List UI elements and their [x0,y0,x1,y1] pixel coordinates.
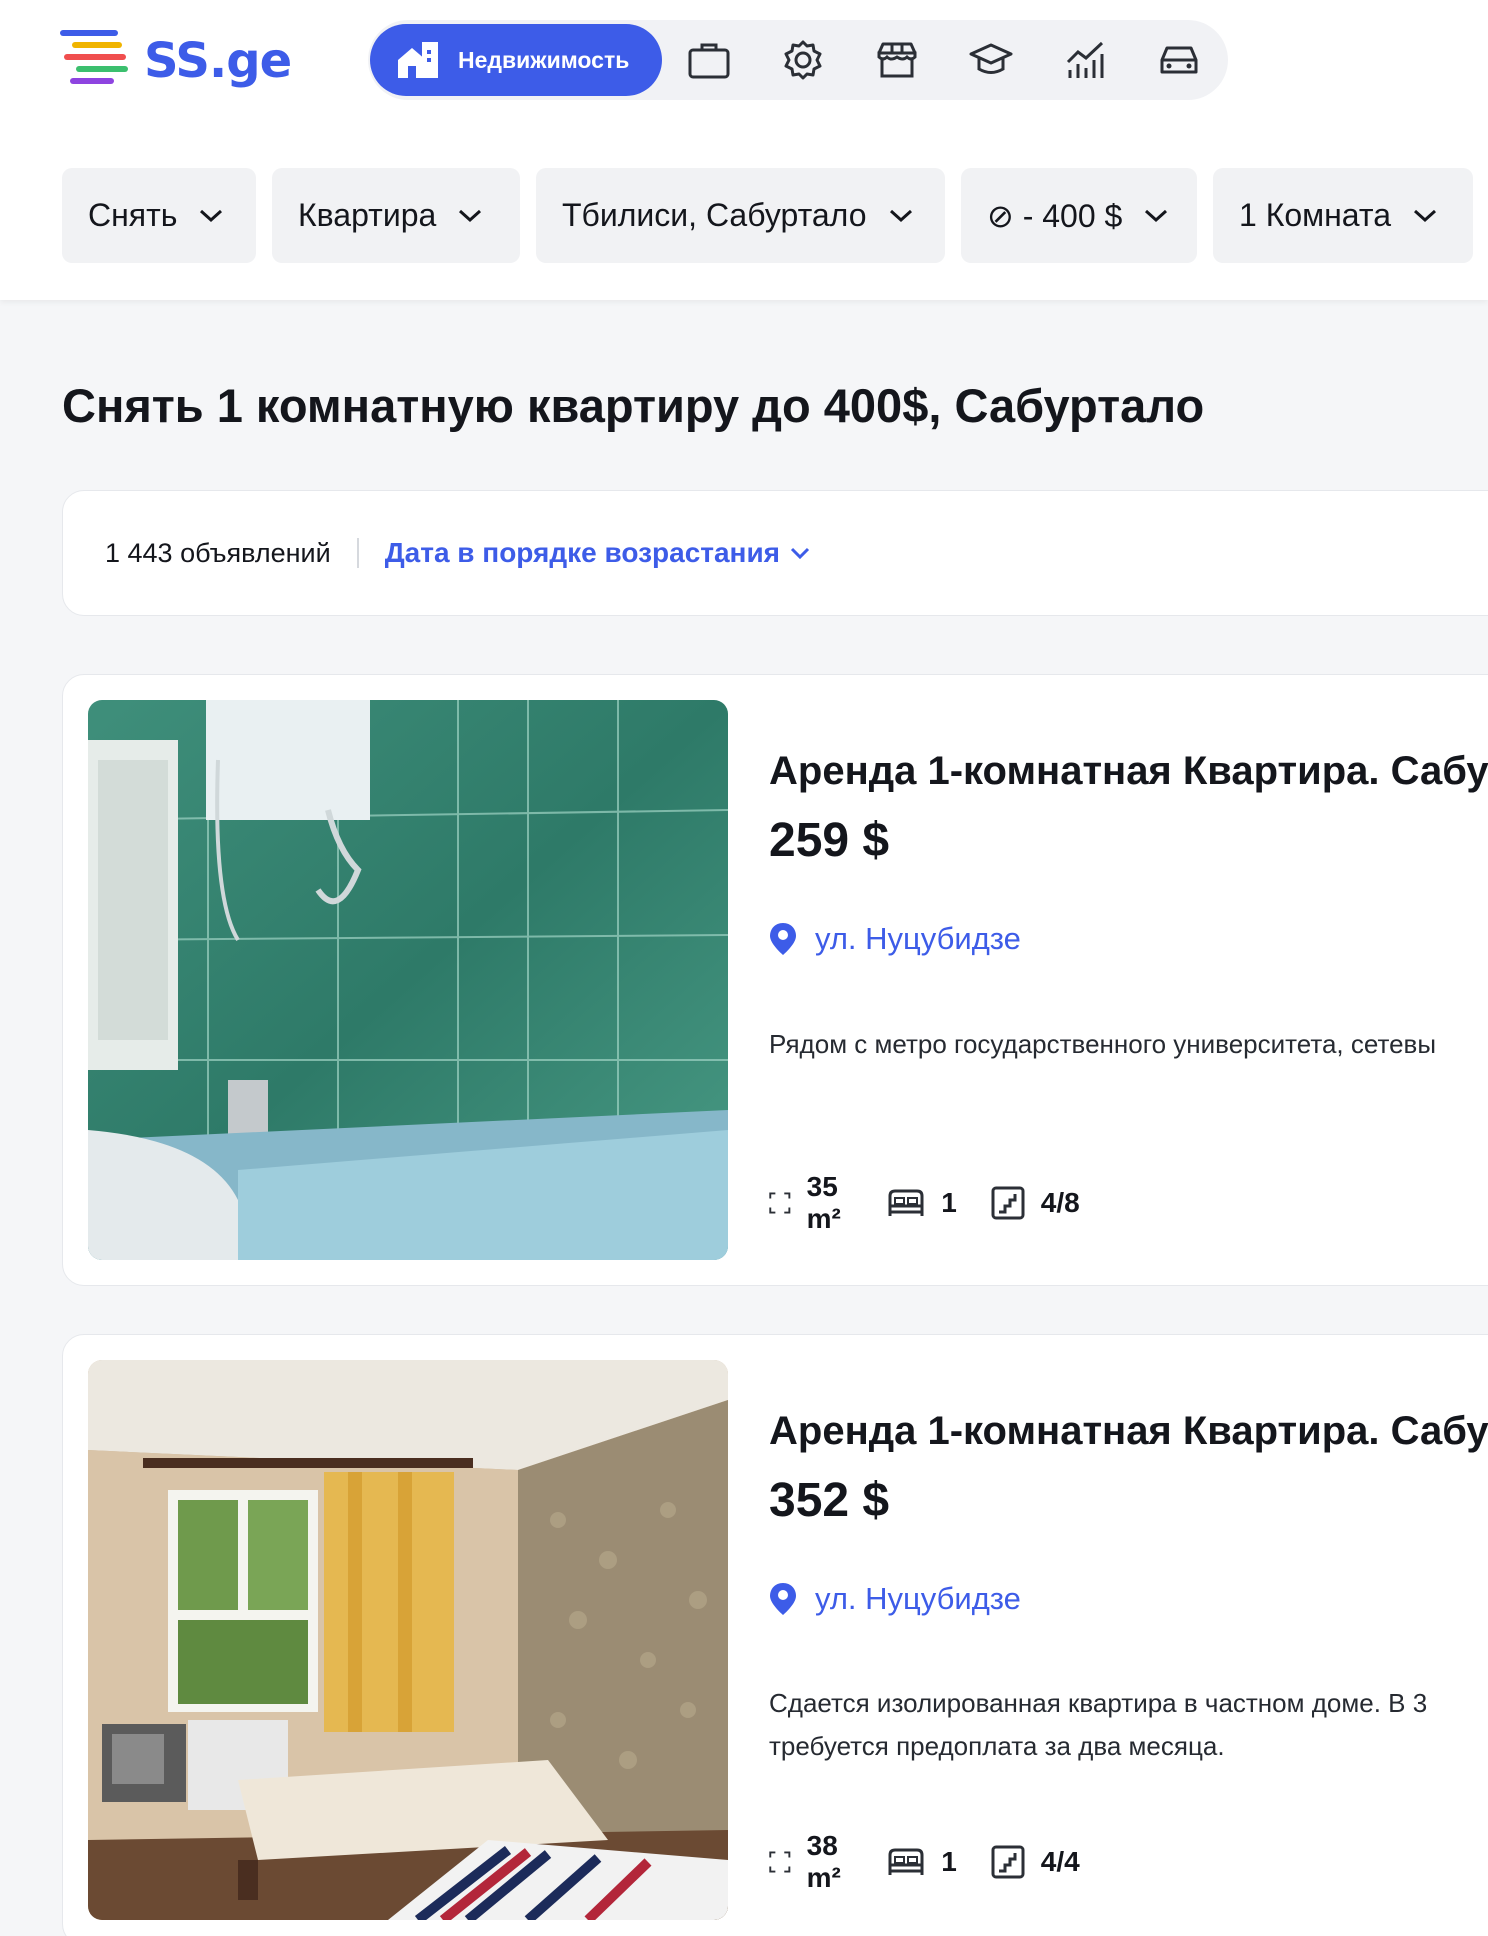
category-real-estate[interactable]: Недвижимость [370,24,662,96]
category-services[interactable] [756,24,850,96]
listing-card[interactable]: Аренда 1-комнатная Квартира. Сабу 352 $ … [62,1334,1488,1936]
listing-description: Сдается изолированная квартира в частном… [769,1688,1428,1761]
spec-floor: 4/4 [991,1845,1080,1879]
chevron-down-icon [200,209,223,222]
category-real-estate-label: Недвижимость [458,46,630,73]
results-bar: 1 443 объявлений Дата в порядке возраста… [62,490,1488,616]
stats-chart-icon [1066,41,1104,78]
logo-text: SS.ge [144,33,292,89]
filter-price-label: ⊘ - 400 $ [987,197,1123,234]
sort-label: Дата в порядке возрастания [384,537,781,568]
spec-bedrooms-value: 1 [941,1187,957,1218]
listing-price: 352 $ [769,1474,890,1527]
chevron-down-icon [1145,209,1168,222]
spec-bedrooms: 1 [887,1846,957,1878]
filter-property-type-label: Квартира [298,197,437,233]
listing-description: Рядом с метро государственного университ… [769,1029,1437,1059]
results-divider [356,538,359,568]
spec-area: 38 m² [769,1830,853,1894]
spec-bedrooms-value: 1 [941,1846,957,1877]
filters-row: Снять Квартира Тбилиси, Сабуртало ⊘ - 40… [62,168,1473,263]
listing-address-label: ул. Нуцубидзе [815,921,1021,956]
listing-address-label: ул. Нуцубидзе [815,1581,1021,1616]
filter-location[interactable]: Тбилиси, Сабуртало [536,168,945,263]
logo-mark-icon [60,28,136,94]
location-pin-icon [770,923,796,955]
house-icon [398,42,438,78]
listing-price: 259 $ [769,814,890,867]
filter-property-type[interactable]: Квартира [272,168,520,263]
chevron-down-icon [889,209,912,222]
gear-icon [784,40,822,80]
listing-photo[interactable] [88,1360,728,1920]
listing-specs: 35 m² 1 4/8 [769,1171,1114,1235]
car-icon [1160,46,1198,74]
chevron-down-icon [790,547,810,559]
category-shop[interactable] [850,24,944,96]
category-business[interactable] [1038,24,1132,96]
filter-price[interactable]: ⊘ - 400 $ [961,168,1197,263]
listing-specs: 38 m² 1 4/4 [769,1830,1114,1894]
category-jobs[interactable] [662,24,756,96]
store-icon [877,42,917,78]
location-pin-icon [770,1583,796,1615]
spec-area-value: 35 m² [806,1171,841,1234]
bed-icon [888,1189,924,1216]
filter-location-label: Тбилиси, Сабуртало [562,197,867,233]
spec-floor: 4/8 [991,1186,1080,1220]
top-header: SS.ge Недвижимость Снять Квартира Тбилис… [0,0,1488,300]
bed-icon [888,1848,924,1875]
filter-rooms[interactable]: 1 Комната [1213,168,1473,263]
page-title: Снять 1 комнатную квартиру до 400$, Сабу… [62,379,1205,432]
spec-area-value: 38 m² [806,1830,841,1893]
category-nav: Недвижимость [368,20,1228,100]
spec-bedrooms: 1 [887,1187,957,1219]
graduation-cap-icon [969,43,1013,74]
results-count: 1 443 объявлений [105,537,331,568]
listing-title[interactable]: Аренда 1-комнатная Квартира. Сабу [769,749,1488,794]
area-icon [769,1851,791,1873]
spec-floor-value: 4/4 [1040,1846,1080,1877]
listing-address[interactable]: ул. Нуцубидзе [769,921,1021,957]
sort-dropdown[interactable]: Дата в порядке возрастания [385,537,810,569]
site-logo[interactable]: SS.ge [60,26,292,96]
filter-rooms-label: 1 Комната [1239,197,1391,233]
listing-address[interactable]: ул. Нуцубидзе [769,1581,1021,1617]
filter-deal-type[interactable]: Снять [62,168,256,263]
briefcase-icon [688,43,730,79]
spec-area: 35 m² [769,1171,853,1235]
chevron-down-icon [459,209,482,222]
chevron-down-icon [1413,209,1436,222]
listing-photo[interactable] [88,700,728,1260]
area-icon [769,1192,791,1214]
stairs-icon [991,1186,1025,1220]
stairs-icon [991,1845,1025,1879]
category-education[interactable] [944,24,1038,96]
listing-title[interactable]: Аренда 1-комнатная Квартира. Сабу [769,1409,1488,1454]
filter-deal-type-label: Снять [88,197,178,233]
category-auto[interactable] [1132,24,1226,96]
spec-floor-value: 4/8 [1040,1187,1080,1218]
listing-card[interactable]: Аренда 1-комнатная Квартира. Сабу 259 $ … [62,674,1488,1286]
